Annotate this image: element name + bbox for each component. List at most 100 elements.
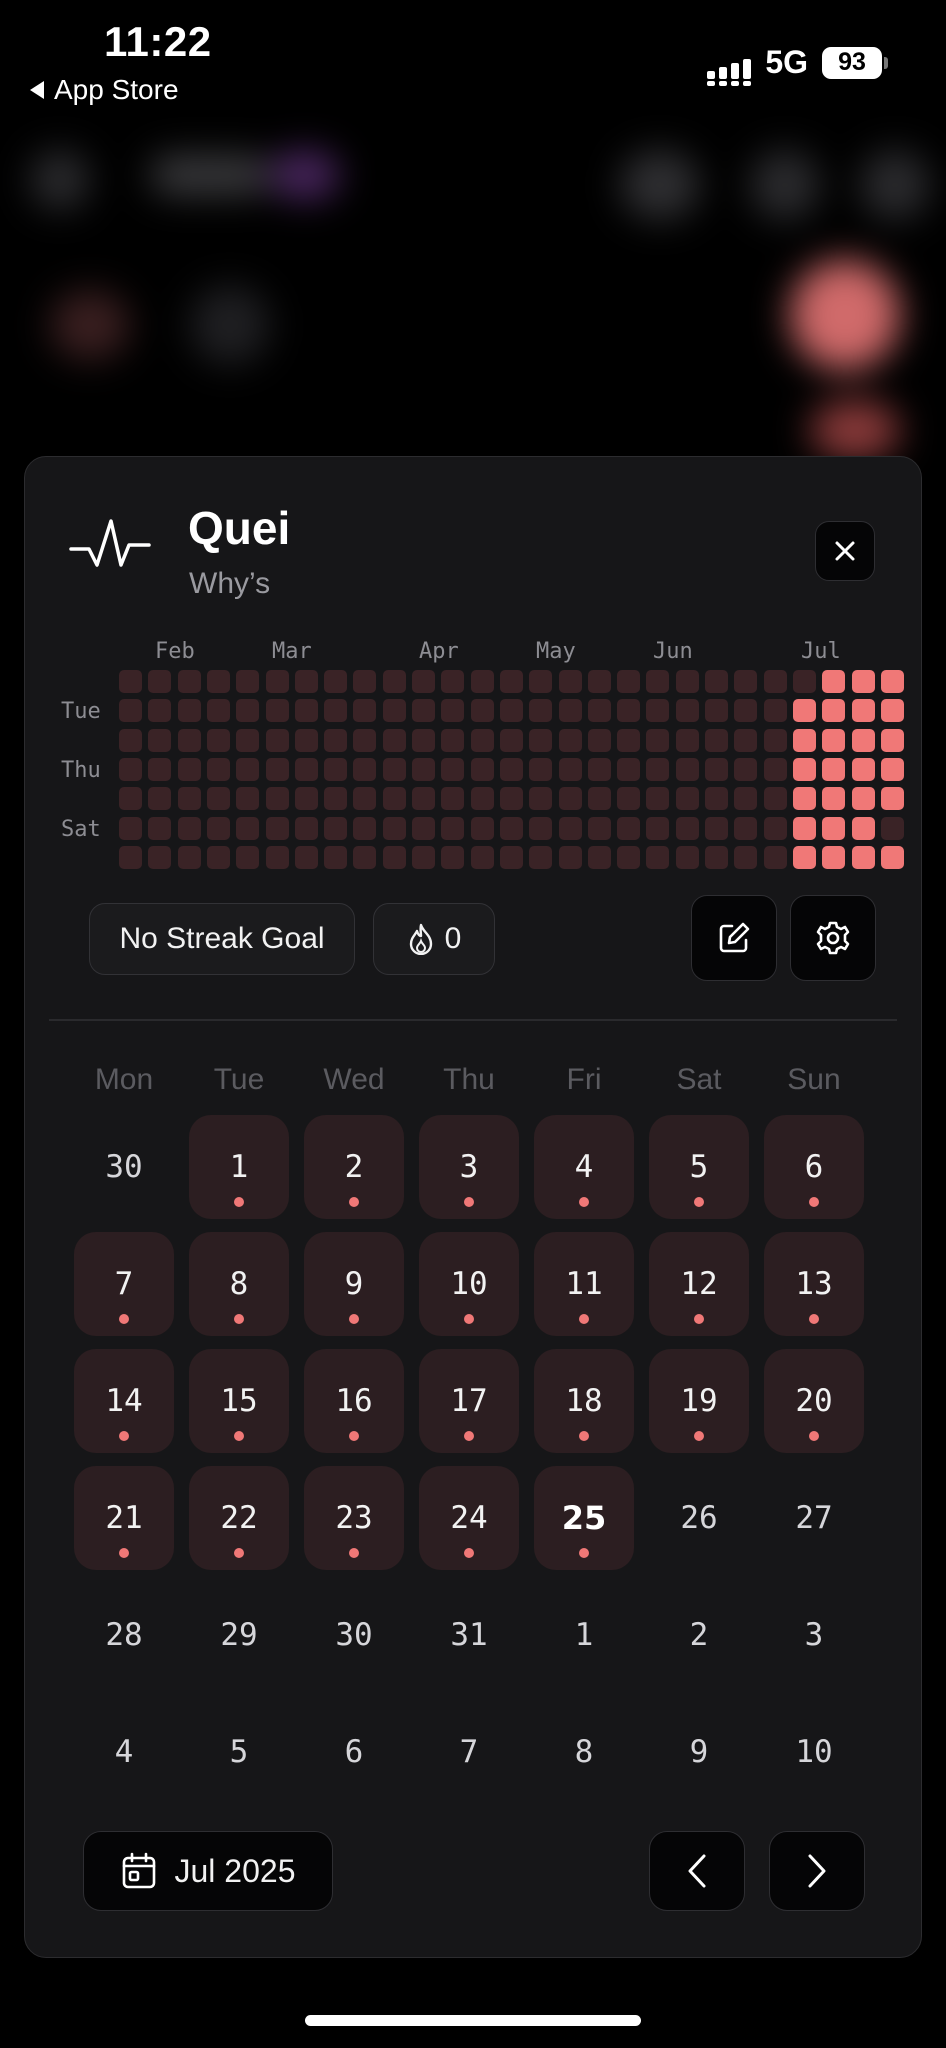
weekday-label: Sat [676, 1063, 722, 1096]
calendar-day[interactable]: 14 [74, 1349, 174, 1453]
month-picker-button[interactable]: Jul 2025 [83, 1831, 333, 1911]
calendar-day[interactable]: 16 [304, 1349, 404, 1453]
calendar-day[interactable]: 18 [534, 1349, 634, 1453]
heatmap-cell [353, 787, 377, 811]
calendar-day[interactable]: 20 [764, 1349, 864, 1453]
calendar-day-number: 9 [344, 1266, 364, 1302]
calendar-day[interactable]: 10 [764, 1700, 864, 1804]
calendar-day[interactable]: 19 [649, 1349, 749, 1453]
heatmap-day-label: Sat [61, 817, 101, 842]
heatmap-cell [294, 787, 318, 811]
completion-dot [349, 1314, 359, 1324]
calendar-day-number: 25 [561, 1499, 607, 1537]
heatmap-month-label: Jun [653, 639, 693, 664]
previous-month-button[interactable] [649, 1831, 745, 1911]
weekday-label: Fri [566, 1063, 602, 1096]
streak-count-chip[interactable]: 0 [373, 903, 495, 975]
calendar-day[interactable]: 8 [189, 1232, 289, 1336]
current-month-label: Jul 2025 [174, 1852, 296, 1889]
calendar-day[interactable]: 6 [764, 1115, 864, 1219]
calendar-day[interactable]: 30 [74, 1115, 174, 1219]
calendar-day[interactable]: 1 [189, 1115, 289, 1219]
calendar-day[interactable]: 8 [534, 1700, 634, 1804]
calendar-day[interactable]: 29 [189, 1583, 289, 1687]
calendar-day[interactable]: 7 [419, 1700, 519, 1804]
heatmap-month-label: Jul [801, 639, 841, 664]
calendar-day[interactable]: 13 [764, 1232, 864, 1336]
calendar-day[interactable]: 21 [74, 1466, 174, 1570]
calendar-day[interactable]: 11 [534, 1232, 634, 1336]
heatmap-cell [675, 728, 699, 752]
calendar-day[interactable]: 22 [189, 1466, 289, 1570]
calendar-day[interactable]: 9 [304, 1232, 404, 1336]
completion-dot [694, 1197, 704, 1207]
calendar-day[interactable]: 15 [189, 1349, 289, 1453]
heatmap-cell [324, 816, 348, 840]
heatmap-cell [382, 699, 406, 723]
calendar-day-number: 27 [795, 1500, 833, 1536]
heatmap-cell [499, 670, 523, 693]
calendar-day[interactable]: 2 [304, 1115, 404, 1219]
calendar-day-number: 8 [229, 1266, 249, 1302]
calendar-day-number: 10 [795, 1734, 833, 1770]
completion-dot [234, 1548, 244, 1558]
heatmap-cell [617, 845, 641, 869]
calendar-day[interactable]: 24 [419, 1466, 519, 1570]
calendar-day[interactable]: 7 [74, 1232, 174, 1336]
calendar-day[interactable]: 31 [419, 1583, 519, 1687]
heatmap-cell [119, 787, 142, 811]
heatmap-cell [822, 787, 846, 811]
calendar-day[interactable]: 4 [534, 1115, 634, 1219]
calendar-day[interactable]: 4 [74, 1700, 174, 1804]
heatmap-cell [529, 670, 553, 693]
calendar-day[interactable]: 1 [534, 1583, 634, 1687]
back-label: App Store [54, 74, 179, 105]
edit-button[interactable] [691, 895, 777, 981]
calendar-day[interactable]: 12 [649, 1232, 749, 1336]
heatmap-cell [148, 699, 172, 723]
heatmap-cell [646, 787, 670, 811]
calendar-day[interactable]: 10 [419, 1232, 519, 1336]
heatmap-cell [265, 728, 289, 752]
close-button[interactable] [815, 521, 875, 581]
calendar-day[interactable]: 30 [304, 1583, 404, 1687]
calendar-day[interactable]: 23 [304, 1466, 404, 1570]
background-blur [0, 120, 946, 460]
settings-button[interactable] [790, 895, 876, 981]
streak-goal-chip[interactable]: No Streak Goal [89, 903, 355, 975]
heatmap-cell [177, 757, 201, 781]
heatmap-cell [236, 816, 260, 840]
calendar-day[interactable]: 5 [189, 1700, 289, 1804]
completion-dot [349, 1548, 359, 1558]
calendar-day-today[interactable]: 25 [534, 1466, 634, 1570]
heatmap-cell [441, 787, 465, 811]
habit-title: Quei [188, 502, 291, 554]
calendar-day-number: 30 [105, 1149, 143, 1185]
heatmap-cell [412, 787, 435, 811]
calendar-day[interactable]: 2 [649, 1583, 749, 1687]
calendar-day[interactable]: 6 [304, 1700, 404, 1804]
completion-dot [234, 1431, 244, 1441]
calendar-day[interactable]: 27 [764, 1466, 864, 1570]
heatmap-cell [763, 699, 787, 723]
heatmap-cell [822, 699, 846, 723]
gear-icon [816, 921, 850, 955]
calendar-day[interactable]: 3 [419, 1115, 519, 1219]
edit-icon [719, 922, 750, 953]
completion-dot [464, 1314, 474, 1324]
calendar-day-number: 23 [335, 1500, 373, 1536]
heatmap-cell [675, 787, 699, 811]
calendar-day[interactable]: 28 [74, 1583, 174, 1687]
heatmap-cell [412, 845, 435, 869]
heatmap-cell [734, 728, 758, 752]
back-to-app-store[interactable]: App Store [30, 74, 179, 106]
next-month-button[interactable] [769, 1831, 865, 1911]
calendar-day[interactable]: 3 [764, 1583, 864, 1687]
calendar-day[interactable]: 17 [419, 1349, 519, 1453]
calendar-day[interactable]: 9 [649, 1700, 749, 1804]
home-indicator[interactable] [305, 2015, 641, 2026]
calendar-day-number: 8 [574, 1734, 594, 1770]
heatmap-cell [441, 699, 465, 723]
calendar-day[interactable]: 5 [649, 1115, 749, 1219]
calendar-day[interactable]: 26 [649, 1466, 749, 1570]
